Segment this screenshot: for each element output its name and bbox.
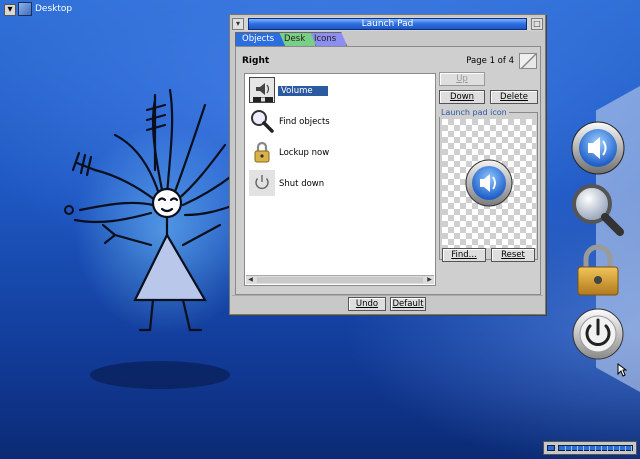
item-label: Find objects — [279, 117, 330, 127]
scroll-left-icon[interactable]: ◀ — [246, 276, 255, 284]
page-indicator: Page 1 of 4 — [466, 56, 514, 66]
speaker-icon — [249, 77, 275, 103]
iconbar-tray[interactable] — [543, 441, 637, 455]
scrollbar-track[interactable] — [257, 277, 423, 283]
objects-panel: Right Page 1 of 4 Volume Find objects Lo… — [235, 46, 541, 295]
undo-button[interactable]: Undo — [348, 297, 386, 311]
list-item-lockup-now[interactable]: Lockup now — [249, 139, 429, 167]
footer-divider — [232, 295, 543, 296]
magnifier-icon — [249, 108, 275, 134]
title-bar[interactable]: ▾ Launch Pad □ — [232, 17, 543, 31]
iconbar-menu-button[interactable]: ▾ — [4, 4, 16, 16]
list-item-find-objects[interactable]: Find objects — [249, 108, 429, 136]
launch-pad-window: ▾ Launch Pad □ Objects Desk Icons Right … — [229, 14, 546, 315]
volume-launch-icon[interactable] — [570, 120, 626, 176]
tray-app-icon[interactable] — [547, 445, 555, 451]
close-button[interactable]: ▾ — [232, 18, 244, 30]
padlock-icon — [249, 139, 275, 165]
item-label: Volume — [278, 86, 328, 96]
list-item-volume[interactable]: Volume — [249, 77, 429, 105]
find-button[interactable]: Find... — [442, 248, 486, 262]
delete-button[interactable]: Delete — [490, 90, 538, 104]
launch-pad-icon-label: Launch pad icon — [439, 108, 509, 117]
power-icon — [249, 170, 275, 196]
icon-preview — [442, 119, 536, 248]
mouse-pointer-icon — [617, 363, 627, 377]
desktop-label[interactable]: Desktop — [35, 4, 72, 14]
up-button[interactable]: Up — [439, 72, 485, 86]
list-item-shut-down[interactable]: Shut down — [249, 170, 429, 198]
desktop-icon[interactable] — [18, 2, 32, 16]
power-launch-icon[interactable] — [570, 306, 626, 362]
speaker-icon — [465, 159, 513, 207]
objects-list[interactable]: Volume Find objects Lockup now Shut down… — [244, 73, 436, 286]
tab-objects[interactable]: Objects — [235, 32, 285, 46]
default-button[interactable]: Default — [390, 297, 426, 311]
section-title: Right — [242, 56, 270, 66]
find-launch-icon[interactable] — [570, 182, 626, 238]
horizontal-scrollbar[interactable]: ◀ ▶ — [246, 275, 434, 284]
wallpaper-figure — [64, 88, 237, 389]
page-turn-icon[interactable] — [519, 53, 537, 69]
reset-button[interactable]: Reset — [491, 248, 535, 262]
item-label: Lockup now — [279, 148, 330, 158]
maximize-button[interactable]: □ — [531, 18, 543, 30]
lock-launch-icon[interactable] — [570, 242, 626, 298]
down-button[interactable]: Down — [439, 90, 485, 104]
window-title[interactable]: Launch Pad — [248, 18, 527, 30]
tray-meter — [558, 445, 633, 451]
scroll-right-icon[interactable]: ▶ — [425, 276, 434, 284]
item-label: Shut down — [279, 179, 325, 189]
